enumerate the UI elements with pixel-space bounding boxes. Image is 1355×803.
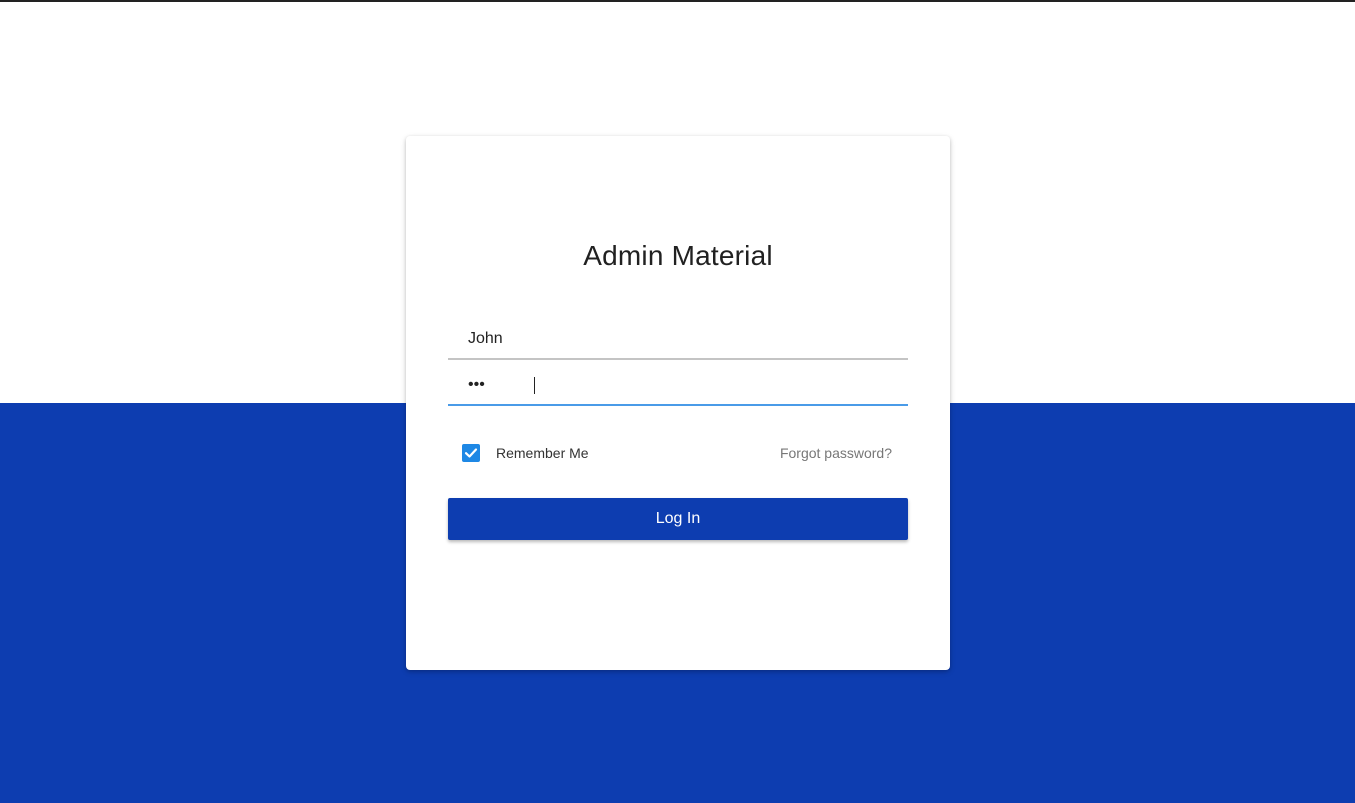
text-caret bbox=[534, 377, 535, 394]
remember-me-label[interactable]: Remember Me bbox=[496, 445, 589, 461]
forgot-password-link[interactable]: Forgot password? bbox=[780, 445, 892, 461]
check-icon bbox=[464, 448, 478, 458]
app-title: Admin Material bbox=[583, 240, 773, 271]
login-button[interactable]: Log In bbox=[448, 498, 908, 540]
login-page: Admin Material Remember Me Forgot passwo… bbox=[0, 0, 1355, 803]
login-options: Remember Me Forgot password? bbox=[462, 442, 892, 464]
password-input[interactable] bbox=[448, 366, 908, 404]
password-field bbox=[448, 366, 908, 406]
password-underline bbox=[448, 404, 908, 406]
username-underline bbox=[448, 358, 908, 360]
username-input[interactable] bbox=[448, 320, 908, 358]
top-divider bbox=[0, 0, 1355, 2]
login-card: Admin Material Remember Me Forgot passwo… bbox=[406, 136, 950, 670]
username-field bbox=[448, 320, 908, 360]
remember-me-checkbox[interactable] bbox=[462, 444, 480, 462]
